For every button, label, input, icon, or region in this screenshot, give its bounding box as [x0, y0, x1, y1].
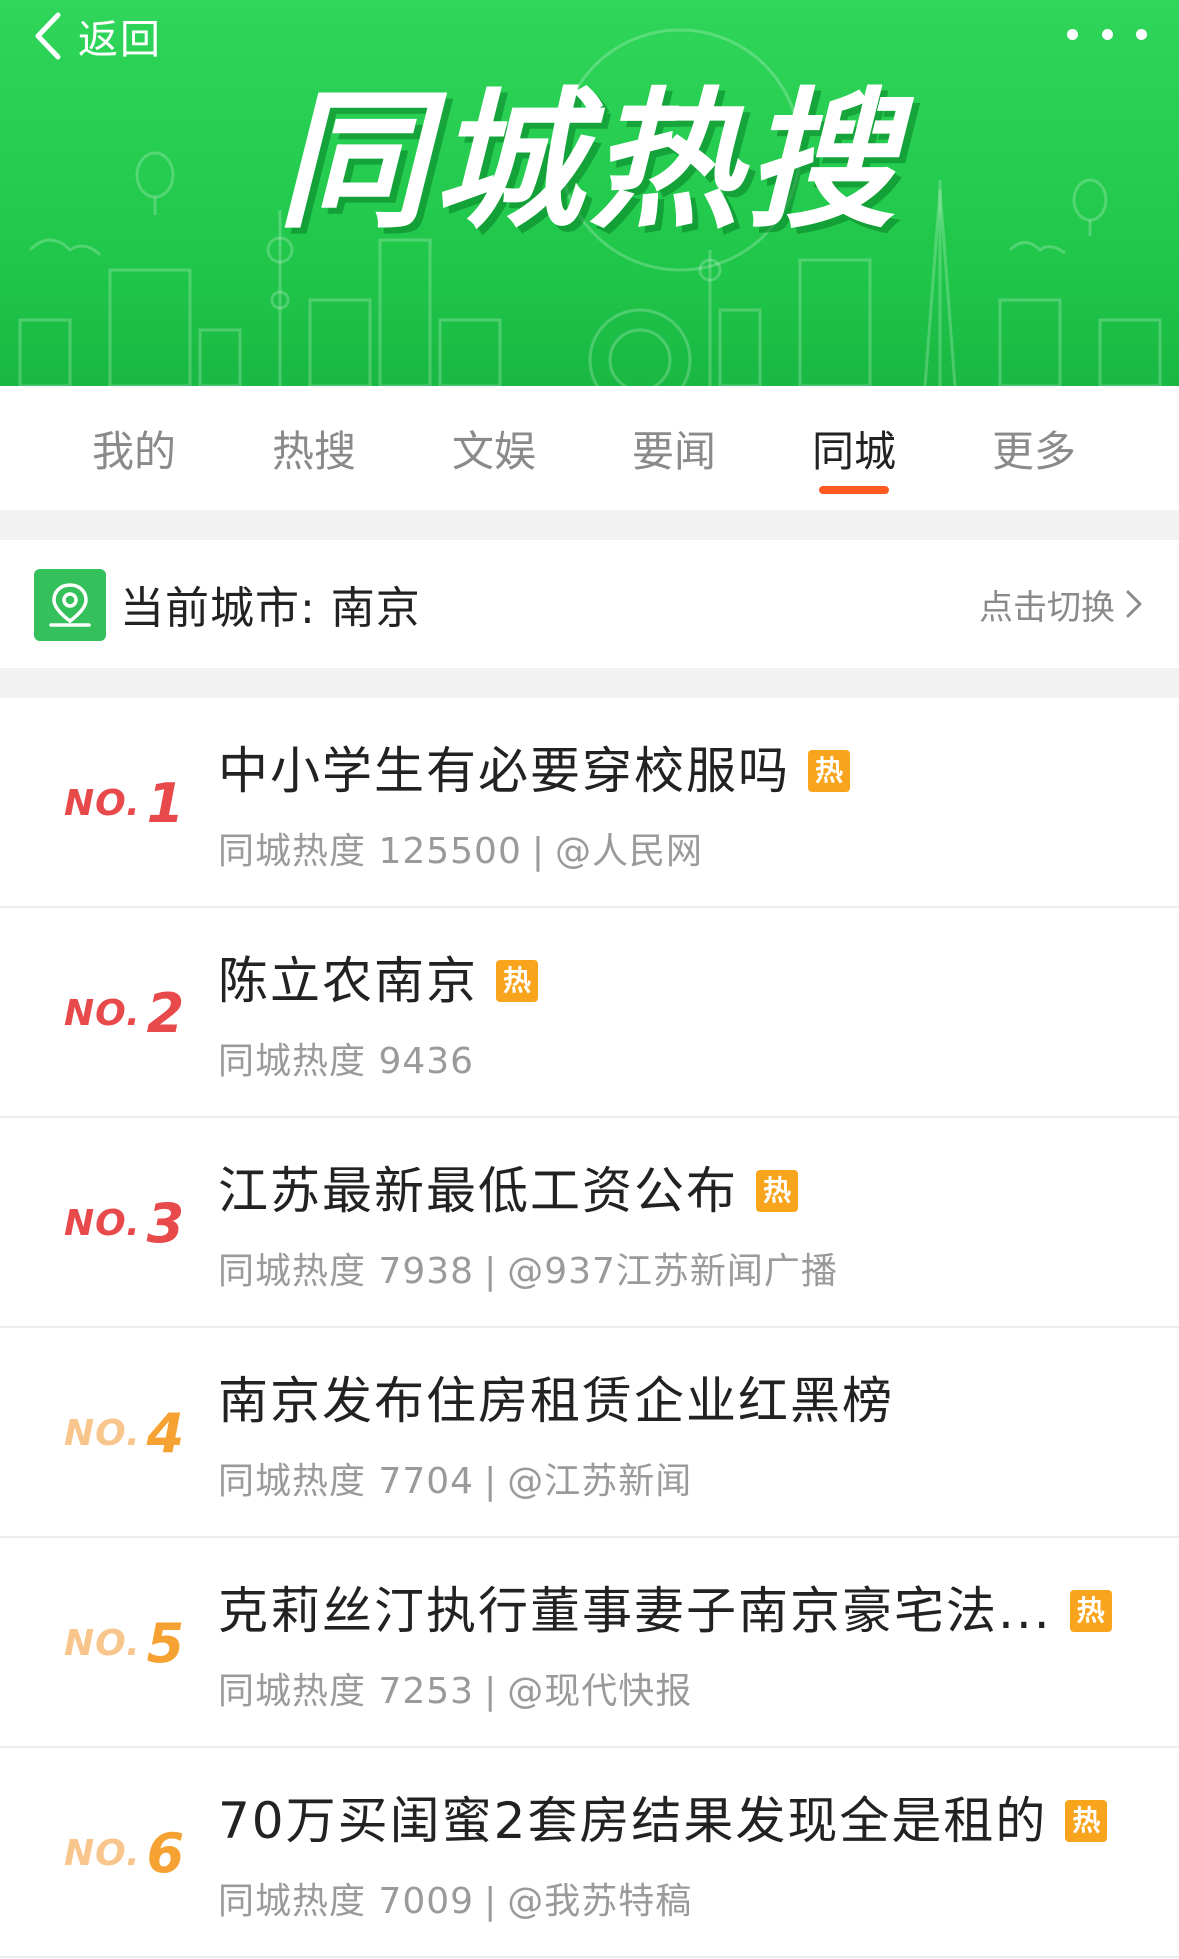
- hot-search-list: NO. 1 中小学生有必要穿校服吗 热 同城热度 125500 | @人民网 NO. 2…: [0, 698, 1179, 1958]
- item-title-text: 中小学生有必要穿校服吗: [218, 742, 790, 800]
- more-options-icon[interactable]: [1067, 14, 1147, 54]
- source-account: @江苏新闻: [507, 1461, 693, 1502]
- item-meta: 同城热度 9436: [218, 1032, 474, 1084]
- tab-label: 热搜: [271, 426, 356, 476]
- meta-separator: |: [484, 1881, 498, 1922]
- list-item[interactable]: NO. 1 中小学生有必要穿校服吗 热 同城热度 125500 | @人民网: [0, 698, 1179, 908]
- item-meta: 同城热度 7253 | @现代快报: [218, 1662, 692, 1714]
- list-item[interactable]: NO. 3 江苏最新最低工资公布 热 同城热度 7938 | @937江苏新闻广播: [0, 1118, 1179, 1328]
- heat-value: 同城热度 125500: [218, 831, 522, 872]
- rank-prefix: NO.: [64, 1202, 141, 1244]
- item-title-text: 南京发布住房租赁企业红黑榜: [218, 1372, 894, 1430]
- chevron-left-icon: [32, 6, 72, 66]
- tab-label: 我的: [91, 426, 176, 476]
- item-meta: 同城热度 7009 | @我苏特稿: [218, 1872, 692, 1924]
- item-title: 陈立农南京 热: [218, 948, 538, 1014]
- item-title-text: 江苏最新最低工资公布: [218, 1162, 738, 1220]
- category-tabs: 我的 热搜 文娱 要闻 同城 更多: [0, 386, 1179, 510]
- item-title-text: 70万买闺蜜2套房结果发现全是租的: [218, 1792, 1048, 1850]
- tab-label: 更多: [991, 426, 1076, 476]
- back-label: 返回: [78, 17, 162, 63]
- rank-number: 1: [146, 771, 186, 835]
- source-account: @937江苏新闻广播: [507, 1251, 838, 1292]
- list-item[interactable]: NO. 2 陈立农南京 热 同城热度 9436: [0, 908, 1179, 1118]
- item-title: 70万买闺蜜2套房结果发现全是租的 热: [218, 1788, 1108, 1854]
- list-item[interactable]: NO. 6 70万买闺蜜2套房结果发现全是租的 热 同城热度 7009 | @我苏特稿: [0, 1748, 1179, 1958]
- rank-prefix: NO.: [64, 782, 141, 824]
- item-title: 江苏最新最低工资公布 热: [218, 1158, 798, 1224]
- tab-label: 要闻: [631, 426, 716, 476]
- rank-badge: NO. 1: [64, 698, 185, 908]
- switch-city-label: 点击切换: [979, 587, 1115, 628]
- item-title-text: 克莉丝汀执行董事妻子南京豪宅法...: [218, 1582, 1052, 1640]
- item-title: 中小学生有必要穿校服吗 热: [218, 738, 850, 804]
- hot-badge: 热: [756, 1170, 798, 1212]
- item-title: 南京发布住房租赁企业红黑榜: [218, 1368, 894, 1434]
- list-item[interactable]: NO. 5 克莉丝汀执行董事妻子南京豪宅法... 热 同城热度 7253 | @现代快…: [0, 1538, 1179, 1748]
- source-account: @我苏特稿: [507, 1881, 693, 1922]
- hot-badge: 热: [1065, 1800, 1108, 1842]
- header-banner: 返回 同城热搜: [0, 0, 1179, 386]
- rank-number: 3: [146, 1191, 186, 1255]
- tab-mine[interactable]: 我的: [44, 386, 224, 510]
- current-city-label: 当前城市: 南京: [120, 583, 421, 634]
- heat-value: 同城热度 7704: [218, 1461, 475, 1502]
- source-account: @人民网: [555, 831, 704, 872]
- heat-value: 同城热度 7009: [218, 1881, 475, 1922]
- hot-badge: 热: [496, 960, 538, 1002]
- item-meta: 同城热度 125500 | @人民网: [218, 822, 703, 874]
- current-city-row: 当前城市: 南京 点击切换: [0, 540, 1179, 668]
- item-meta: 同城热度 7938 | @937江苏新闻广播: [218, 1242, 838, 1294]
- meta-separator: |: [484, 1251, 498, 1292]
- tab-hot-search[interactable]: 热搜: [224, 386, 404, 510]
- back-button[interactable]: 返回: [32, 6, 162, 66]
- item-meta: 同城热度 7704 | @江苏新闻: [218, 1452, 692, 1504]
- rank-prefix: NO.: [64, 1412, 141, 1454]
- hot-badge: 热: [1069, 1590, 1112, 1632]
- heat-value: 同城热度 7253: [218, 1671, 475, 1712]
- rank-badge: NO. 5: [64, 1538, 185, 1748]
- active-tab-indicator: [819, 486, 889, 494]
- list-item[interactable]: NO. 4 南京发布住房租赁企业红黑榜 同城热度 7704 | @江苏新闻: [0, 1328, 1179, 1538]
- tab-more[interactable]: 更多: [944, 386, 1124, 510]
- tab-label: 同城: [811, 426, 896, 476]
- rank-prefix: NO.: [64, 1832, 141, 1874]
- meta-separator: |: [484, 1461, 498, 1502]
- rank-number: 4: [146, 1401, 186, 1465]
- tab-local[interactable]: 同城: [764, 386, 944, 510]
- chevron-right-icon: [1125, 587, 1145, 621]
- section-divider: [0, 510, 1179, 540]
- rank-badge: NO. 2: [64, 908, 185, 1118]
- tab-news[interactable]: 要闻: [584, 386, 764, 510]
- tab-entertainment[interactable]: 文娱: [404, 386, 584, 510]
- switch-city-button[interactable]: 点击切换: [979, 540, 1145, 668]
- section-divider: [0, 668, 1179, 698]
- rank-number: 6: [146, 1821, 186, 1885]
- rank-number: 2: [146, 981, 186, 1045]
- rank-prefix: NO.: [64, 1622, 141, 1664]
- rank-badge: NO. 6: [64, 1748, 185, 1958]
- location-pin-icon: [34, 569, 106, 641]
- meta-separator: |: [531, 831, 546, 872]
- heat-value: 同城热度 9436: [218, 1041, 475, 1082]
- heat-value: 同城热度 7938: [218, 1251, 475, 1292]
- item-title: 克莉丝汀执行董事妻子南京豪宅法... 热: [218, 1578, 1112, 1644]
- source-account: @现代快报: [507, 1671, 693, 1712]
- item-title-text: 陈立农南京: [218, 952, 478, 1010]
- hot-badge: 热: [808, 750, 850, 792]
- banner-title: 同城热搜: [277, 75, 902, 249]
- rank-badge: NO. 4: [64, 1328, 185, 1538]
- tab-label: 文娱: [451, 426, 536, 476]
- meta-separator: |: [484, 1671, 498, 1712]
- rank-badge: NO. 3: [64, 1118, 185, 1328]
- rank-prefix: NO.: [64, 992, 141, 1034]
- rank-number: 5: [146, 1611, 186, 1675]
